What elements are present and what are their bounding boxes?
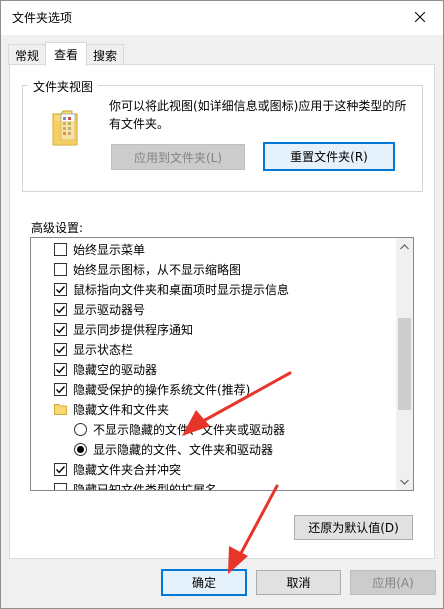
list-item[interactable]: 显示同步提供程序通知 (54, 319, 193, 339)
close-button[interactable] (397, 1, 443, 33)
tab-label: 搜索 (93, 48, 118, 63)
item-label: 隐藏文件和文件夹 (73, 402, 170, 417)
item-label: 显示同步提供程序通知 (73, 322, 194, 337)
checkmark-icon (55, 465, 66, 473)
list-item[interactable]: 鼠标指向文件夹和桌面项时显示提示信息 (54, 279, 289, 299)
folder-icon (54, 404, 67, 415)
button-label: 还原为默认值(D) (308, 521, 399, 535)
tab-search[interactable]: 搜索 (86, 44, 125, 65)
item-label: 隐藏空的驱动器 (73, 362, 158, 377)
item-label: 隐藏受保护的操作系统文件(推荐) (73, 382, 251, 397)
tab-strip: 常规 查看 搜索 (8, 42, 125, 66)
item-label: 显示隐藏的文件、文件夹和驱动器 (93, 442, 274, 457)
scrollbar-thumb[interactable] (398, 318, 411, 410)
list-item[interactable]: 不显示隐藏的文件、文件夹或驱动器 (74, 419, 285, 439)
checkbox[interactable] (54, 382, 67, 396)
button-label: 取消 (286, 576, 311, 590)
title-bar: 文件夹选项 (1, 1, 443, 35)
checkbox[interactable] (54, 482, 67, 490)
checkbox[interactable] (54, 302, 67, 316)
list-item[interactable]: 始终显示图标，从不显示缩略图 (54, 259, 241, 279)
folder-views-legend: 文件夹视图 (28, 78, 99, 95)
tab-label: 常规 (15, 48, 40, 63)
window-title: 文件夹选项 (12, 11, 73, 25)
list-item[interactable]: 隐藏已知文件类型的扩展名 (54, 479, 218, 491)
button-label: 应用到文件夹(L) (133, 150, 223, 165)
radio-button[interactable] (74, 422, 87, 436)
item-label: 始终显示图标，从不显示缩略图 (73, 262, 242, 277)
list-item[interactable]: 隐藏受保护的操作系统文件(推荐) (54, 379, 250, 399)
item-label: 隐藏文件夹合并冲突 (73, 462, 182, 477)
checkbox[interactable] (54, 282, 67, 296)
restore-defaults-button[interactable]: 还原为默认值(D) (294, 515, 413, 540)
item-label: 始终显示菜单 (73, 242, 146, 257)
list-item[interactable]: 始终显示菜单 (54, 239, 145, 259)
apply-button[interactable]: 应用(A) (350, 570, 436, 595)
vertical-scrollbar[interactable] (396, 238, 413, 490)
apply-to-folders-button[interactable]: 应用到文件夹(L) (111, 144, 245, 170)
item-label: 隐藏已知文件类型的扩展名 (73, 482, 218, 491)
checkbox[interactable] (54, 242, 67, 256)
checkmark-icon (55, 365, 66, 373)
checkbox[interactable] (54, 262, 67, 276)
checkmark-icon (55, 305, 66, 313)
checkmark-icon (55, 285, 66, 293)
advanced-settings-label: 高级设置: (31, 221, 84, 235)
checkbox[interactable] (54, 362, 67, 376)
list-item[interactable]: 显示状态栏 (54, 339, 133, 359)
scroll-down-button[interactable] (396, 473, 413, 490)
item-label: 显示状态栏 (73, 342, 134, 357)
checkmark-icon (55, 345, 66, 353)
close-icon (415, 12, 425, 22)
chevron-up-icon (400, 243, 409, 249)
advanced-settings-list[interactable]: 始终显示菜单 始终显示图标，从不显示缩略图 鼠标指向文件夹和桌面项时显示提示信息… (30, 237, 414, 491)
folder-views-description: 你可以将此视图(如详细信息或图标)应用于这种类型的所有文件夹。 (109, 99, 407, 131)
chevron-down-icon (400, 479, 409, 485)
button-label: 确定 (191, 576, 216, 590)
radio-selected-dot (77, 445, 84, 453)
scroll-up-button[interactable] (396, 238, 413, 255)
list-item[interactable]: 隐藏文件夹合并冲突 (54, 459, 181, 479)
radio-button[interactable] (74, 442, 87, 456)
checkbox[interactable] (54, 462, 67, 476)
checkbox[interactable] (54, 342, 67, 356)
tab-label: 查看 (54, 48, 79, 62)
list-item[interactable]: 显示驱动器号 (54, 299, 145, 319)
checkbox[interactable] (54, 322, 67, 336)
list-group-header: 隐藏文件和文件夹 (54, 399, 169, 419)
cancel-button[interactable]: 取消 (256, 570, 341, 595)
tab-general[interactable]: 常规 (8, 44, 47, 65)
reset-folders-button[interactable]: 重置文件夹(R) (263, 142, 395, 171)
list-item[interactable]: 显示隐藏的文件、文件夹和驱动器 (74, 439, 273, 459)
tab-view[interactable]: 查看 (45, 42, 88, 66)
list-item[interactable]: 隐藏空的驱动器 (54, 359, 157, 379)
checkmark-icon (55, 325, 66, 333)
ok-button[interactable]: 确定 (161, 569, 247, 596)
item-label: 鼠标指向文件夹和桌面项时显示提示信息 (73, 282, 290, 297)
item-label: 不显示隐藏的文件、文件夹或驱动器 (93, 422, 286, 437)
item-label: 显示驱动器号 (73, 302, 146, 317)
button-label: 应用(A) (372, 576, 414, 590)
folder-view-icon (52, 108, 78, 149)
checkmark-icon (55, 385, 66, 393)
button-label: 重置文件夹(R) (290, 150, 368, 164)
